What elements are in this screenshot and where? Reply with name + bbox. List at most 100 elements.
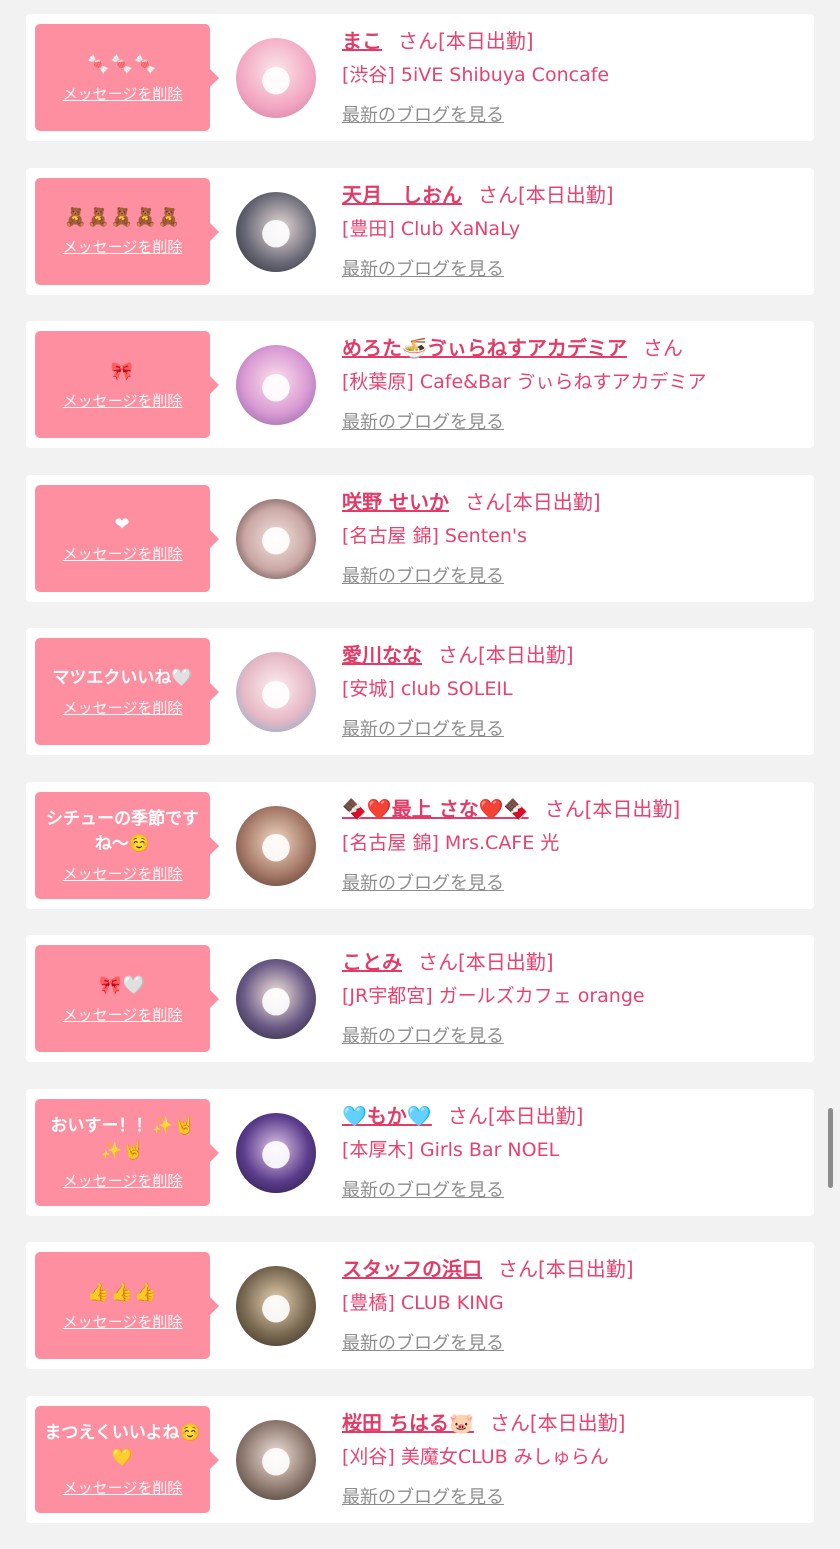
message-text: 🎀 — [110, 360, 135, 382]
list-item: まつえくいいよね☺️💛 メッセージを削除 ● 桜田 ちはる🐷 さん[本日出勤] [… — [26, 1395, 814, 1523]
message-text: おいすー！！✨🤘✨🤘 — [50, 1115, 195, 1161]
message-bubble: マツエクいいね🤍 メッセージを削除 — [35, 638, 219, 745]
honorific-label: さん — [398, 29, 438, 53]
avatar[interactable]: ● — [236, 652, 316, 732]
message-bubble: 👍👍👍 メッセージを削除 — [35, 1252, 219, 1359]
list-item: 🧸🧸🧸🧸🧸 メッセージを削除 ● 天月 しおん さん[本日出勤] [豊田] Clu… — [26, 167, 814, 295]
message-bubble: 🎀 メッセージを削除 — [35, 331, 219, 438]
latest-blog-link[interactable]: 最新のブログを見る — [342, 1329, 504, 1355]
delete-message-link[interactable]: メッセージを削除 — [63, 1477, 183, 1498]
avatar[interactable]: ● — [236, 1266, 316, 1346]
message-bubble: 🍬🍬🍬 メッセージを削除 — [35, 24, 219, 131]
cast-name-link[interactable]: 🩵もか🩵 — [342, 1104, 432, 1128]
message-bubble: 🧸🧸🧸🧸🧸 メッセージを削除 — [35, 177, 219, 285]
message-bubble: まつえくいいよね☺️💛 メッセージを削除 — [35, 1405, 219, 1513]
delete-message-link[interactable]: メッセージを削除 — [63, 83, 183, 104]
attendance-badge: [本日出勤] — [487, 1103, 584, 1128]
shop-label: [豊橋] CLUB KING — [342, 1292, 504, 1314]
honorific-label: さん — [544, 796, 585, 821]
cast-name-link[interactable]: スタッフの浜口 — [342, 1257, 482, 1281]
latest-blog-link[interactable]: 最新のブログを見る — [342, 101, 504, 127]
list-item: ❤ メッセージを削除 ● 咲野 せいか さん[本日出勤] [名古屋 錦] Sent… — [26, 474, 814, 602]
honorific-label: さん — [498, 1257, 538, 1281]
delete-message-link[interactable]: メッセージを削除 — [63, 390, 183, 411]
latest-blog-link[interactable]: 最新のブログを見る — [342, 408, 504, 434]
shop-label: [豊田] Club XaNaLy — [342, 217, 521, 240]
message-text: 🍬🍬🍬 — [87, 53, 158, 75]
shop-label: [秋葉原] Cafe&Bar ゔぃらねすアカデミア — [342, 371, 707, 393]
list-item: シチューの季節ですね〜☺️ メッセージを削除 ● 🍫❤️最上 さな❤️🍫 さん[本… — [26, 781, 814, 909]
person-icon: ● — [260, 978, 292, 1020]
latest-blog-link[interactable]: 最新のブログを見る — [342, 1022, 504, 1048]
message-bubble: 🎀🤍 メッセージを削除 — [35, 945, 219, 1052]
person-icon: ● — [260, 671, 292, 713]
honorific-label: さん — [418, 950, 458, 974]
latest-blog-link[interactable]: 最新のブログを見る — [342, 1483, 504, 1509]
attendance-badge: [本日出勤] — [504, 489, 601, 514]
attendance-badge: [本日出勤] — [518, 182, 614, 207]
person-icon: ● — [260, 364, 292, 406]
avatar[interactable]: ● — [236, 1112, 316, 1193]
delete-message-link[interactable]: メッセージを削除 — [63, 1004, 183, 1025]
avatar[interactable]: ● — [236, 805, 316, 886]
cast-name-link[interactable]: 愛川なな — [342, 643, 422, 667]
honorific-label: さん — [464, 489, 505, 514]
shop-label: [名古屋 錦] Mrs.CAFE 光 — [342, 831, 560, 854]
message-text: 🎀🤍 — [99, 974, 146, 996]
avatar[interactable]: ● — [236, 38, 316, 118]
delete-message-link[interactable]: メッセージを削除 — [63, 863, 183, 884]
person-icon: ● — [260, 1439, 292, 1480]
message-bubble: シチューの季節ですね〜☺️ メッセージを削除 — [35, 791, 219, 899]
list-item: 🎀 メッセージを削除 ● めろた🍜ゔぃらねすアカデミア さん [秋葉原] Cafe… — [26, 321, 814, 448]
attendance-badge: [本日出勤] — [584, 796, 681, 821]
delete-message-link[interactable]: メッセージを削除 — [63, 236, 183, 257]
shop-label: [本厚木] Girls Bar NOEL — [342, 1138, 560, 1161]
cast-name-link[interactable]: ことみ — [342, 950, 402, 974]
message-bubble: ❤ メッセージを削除 — [35, 484, 219, 592]
message-text: 👍👍👍 — [87, 1281, 158, 1303]
honorific-label: さん — [447, 1103, 488, 1128]
person-icon: ● — [260, 1132, 292, 1173]
avatar[interactable]: ● — [236, 498, 316, 579]
cast-name-link[interactable]: 桜田 ちはる🐷 — [342, 1411, 474, 1435]
avatar[interactable]: ● — [236, 959, 316, 1039]
message-text: シチューの季節ですね〜☺️ — [46, 808, 199, 854]
cast-name-link[interactable]: 咲野 せいか — [342, 490, 449, 514]
honorific-label: さん — [642, 336, 683, 360]
delete-message-link[interactable]: メッセージを削除 — [63, 697, 183, 718]
latest-blog-link[interactable]: 最新のブログを見る — [342, 562, 504, 588]
list-item: 🎀🤍 メッセージを削除 ● ことみ さん[本日出勤] [JR宇都宮] ガールズカフ… — [26, 935, 814, 1062]
cast-name-link[interactable]: まこ — [342, 29, 382, 53]
message-text: マツエクいいね🤍 — [52, 667, 193, 688]
delete-message-link[interactable]: メッセージを削除 — [63, 1170, 183, 1191]
list-item: おいすー！！✨🤘✨🤘 メッセージを削除 ● 🩵もか🩵 さん[本日出勤] [本厚木]… — [26, 1088, 814, 1216]
person-icon: ● — [260, 825, 292, 866]
attendance-badge: [本日出勤] — [538, 1257, 634, 1281]
message-bubble: おいすー！！✨🤘✨🤘 メッセージを削除 — [35, 1098, 219, 1206]
latest-blog-link[interactable]: 最新のブログを見る — [342, 1176, 504, 1202]
latest-blog-link[interactable]: 最新のブログを見る — [342, 255, 504, 281]
avatar[interactable]: ● — [236, 345, 316, 425]
list-item: 👍👍👍 メッセージを削除 ● スタッフの浜口 さん[本日出勤] [豊橋] CLUB… — [26, 1242, 814, 1369]
honorific-label: さん — [478, 182, 518, 207]
avatar[interactable]: ● — [236, 191, 316, 272]
message-text: まつえくいいよね☺️💛 — [44, 1422, 201, 1468]
cast-name-link[interactable]: めろた🍜ゔぃらねすアカデミア — [342, 336, 627, 360]
shop-label: [JR宇都宮] ガールズカフェ orange — [342, 985, 645, 1007]
honorific-label: さん — [489, 1410, 530, 1435]
attendance-badge: [本日出勤] — [458, 950, 554, 974]
person-icon: ● — [260, 57, 292, 99]
scrollbar[interactable] — [828, 1108, 833, 1188]
shop-label: [刈谷] 美魔女CLUB みしゅらん — [342, 1445, 609, 1468]
shop-label: [渋谷] 5iVE Shibuya Concafe — [342, 64, 610, 86]
delete-message-link[interactable]: メッセージを削除 — [63, 1311, 183, 1332]
latest-blog-link[interactable]: 最新のブログを見る — [342, 869, 504, 895]
delete-message-link[interactable]: メッセージを削除 — [63, 543, 183, 564]
attendance-badge: [本日出勤] — [529, 1410, 626, 1435]
avatar[interactable]: ● — [236, 1419, 316, 1500]
shop-label: [名古屋 錦] Senten's — [342, 524, 527, 547]
cast-name-link[interactable]: 🍫❤️最上 さな❤️🍫 — [342, 797, 529, 821]
latest-blog-link[interactable]: 最新のブログを見る — [342, 715, 504, 741]
person-icon: ● — [260, 211, 292, 252]
cast-name-link[interactable]: 天月 しおん — [342, 183, 462, 207]
